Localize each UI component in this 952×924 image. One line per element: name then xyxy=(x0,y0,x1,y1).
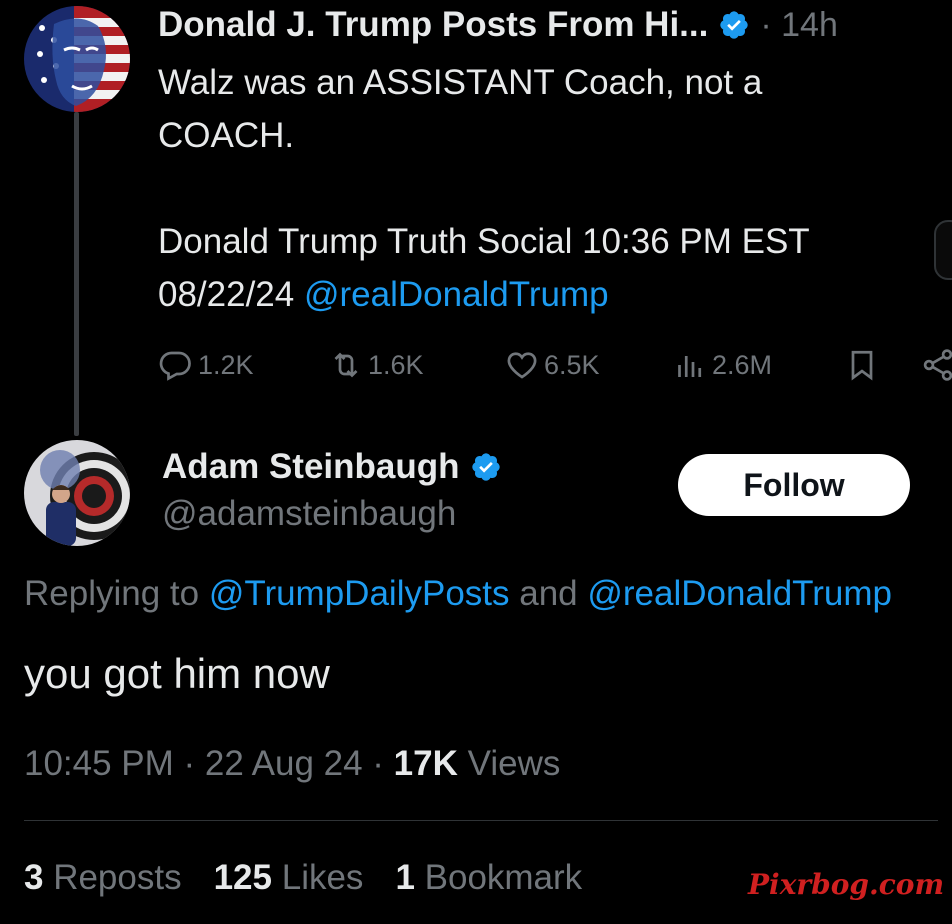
heart-icon xyxy=(507,352,537,379)
reply-tweet-text: you got him now xyxy=(24,650,330,697)
watermark: Pixrbog.com xyxy=(748,868,945,901)
share-icon xyxy=(923,349,952,381)
parent-text-line: Donald Trump Truth Social 10:36 PM EST xyxy=(158,222,810,261)
bookmark-icon xyxy=(851,350,873,381)
replying-prefix: Replying to xyxy=(24,574,209,613)
reply-icon xyxy=(159,351,191,381)
views-count: 17K xyxy=(393,744,458,783)
views-button[interactable]: 2.6M xyxy=(672,340,772,390)
repost-button[interactable]: 1.6K xyxy=(328,340,424,390)
reply-timestamp-line: 10:45 PM · 22 Aug 24 · 17K Views xyxy=(24,744,560,784)
reply-count: 1.2K xyxy=(198,349,254,380)
bookmarks-count: 1 xyxy=(395,858,415,897)
parent-tweet-time[interactable]: · 14h xyxy=(760,6,838,45)
reply-author-handle[interactable]: @adamsteinbaugh xyxy=(162,494,456,534)
repost-icon xyxy=(334,352,358,378)
thread-connector-line xyxy=(74,112,79,436)
parent-tweet-header: Donald J. Trump Posts From Hi... · 14h xyxy=(158,2,838,48)
mention-link-trumpdailyposts[interactable]: @TrumpDailyPosts xyxy=(209,574,510,613)
parent-date: 08/22/24 xyxy=(158,275,304,314)
verified-badge-icon xyxy=(471,453,500,481)
engagement-stats: 3 Reposts 125 Likes 1 Bookmark xyxy=(24,858,614,898)
like-count: 6.5K xyxy=(544,349,600,380)
reply-timestamp[interactable]: 10:45 PM · 22 Aug 24 · xyxy=(24,744,394,783)
replying-and: and xyxy=(509,574,588,613)
analytics-icon xyxy=(678,356,702,377)
views-label: Views xyxy=(457,744,561,783)
views-count: 2.6M xyxy=(712,349,773,380)
mention-link[interactable]: @realDonaldTrump xyxy=(304,275,609,314)
bookmark-button[interactable] xyxy=(844,340,884,390)
bookmarks-stat[interactable]: 1 Bookmark xyxy=(395,858,582,898)
tweet-thread: Donald J. Trump Posts From Hi... · 14h W… xyxy=(0,0,952,924)
bookmarks-label: Bookmark xyxy=(414,858,583,897)
reposts-count: 3 xyxy=(24,858,44,897)
side-card-edge xyxy=(934,220,952,280)
replying-to-line: Replying to @TrumpDailyPosts and @realDo… xyxy=(24,574,952,614)
divider xyxy=(24,820,938,821)
parent-text-date-line: 08/22/24 @realDonaldTrump xyxy=(158,268,918,321)
likes-label: Likes xyxy=(272,858,364,897)
likes-count: 125 xyxy=(213,858,272,897)
reposts-label: Reposts xyxy=(43,858,182,897)
parent-action-bar: 1.2K 1.6K 6.5K 2.6M xyxy=(158,340,952,390)
reply-button[interactable]: 1.2K xyxy=(158,340,254,390)
avatar-adam[interactable] xyxy=(24,440,130,546)
follow-button[interactable]: Follow xyxy=(678,454,910,516)
parent-text-line: COACH. xyxy=(158,116,295,155)
repost-count: 1.6K xyxy=(368,349,424,380)
verified-badge-icon xyxy=(720,11,749,39)
reply-author-row: Adam Steinbaugh xyxy=(162,444,502,490)
parent-tweet-text: Walz was an ASSISTANT Coach, not a COACH… xyxy=(158,56,918,321)
likes-stat[interactable]: 125 Likes xyxy=(214,858,364,898)
like-button[interactable]: 6.5K xyxy=(504,340,600,390)
reposts-stat[interactable]: 3 Reposts xyxy=(24,858,182,898)
avatar-trump[interactable] xyxy=(24,6,130,112)
reply-author-name[interactable]: Adam Steinbaugh xyxy=(162,447,460,487)
parent-text-line: Walz was an ASSISTANT Coach, not a xyxy=(158,63,763,102)
share-button[interactable] xyxy=(920,340,952,390)
mention-link-realdonaldtrump[interactable]: @realDonaldTrump xyxy=(587,574,892,613)
parent-author-name[interactable]: Donald J. Trump Posts From Hi... xyxy=(158,5,708,45)
